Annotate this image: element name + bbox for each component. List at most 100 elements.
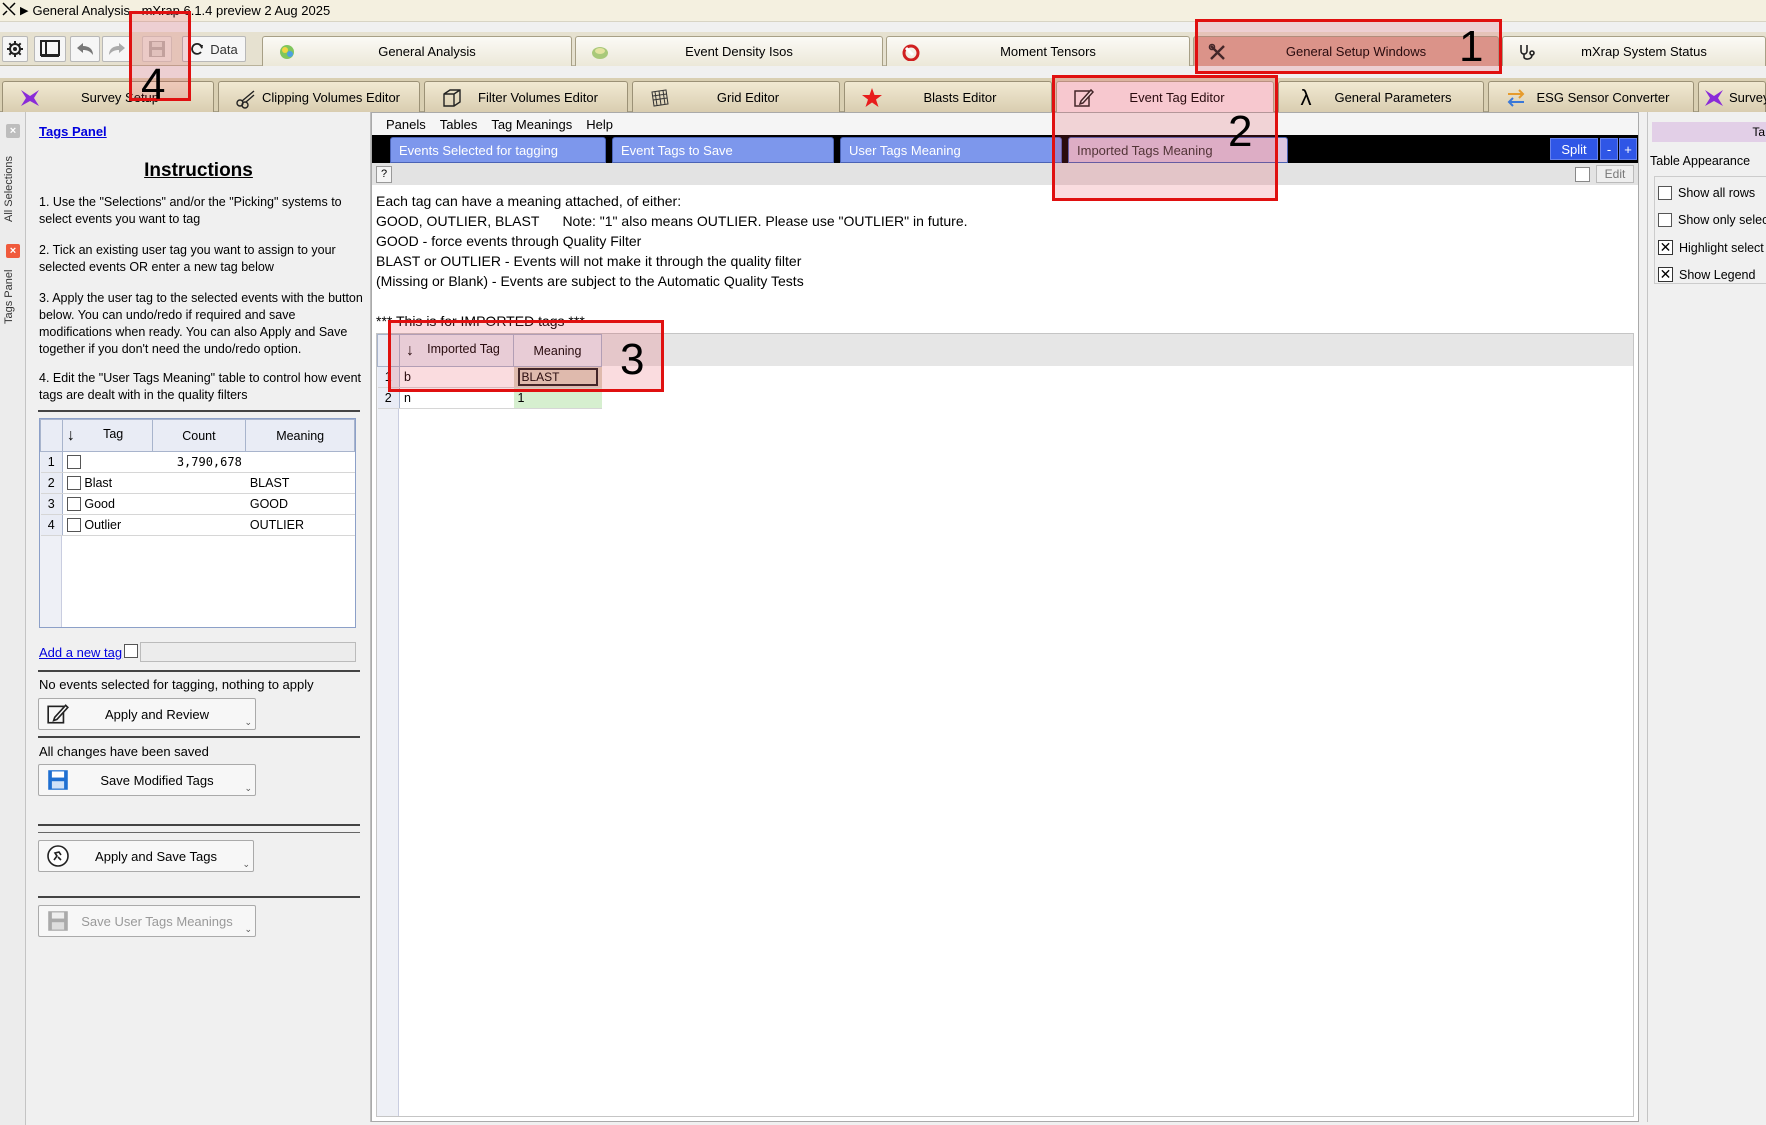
divider (38, 824, 360, 826)
tab-event-tags-to-save[interactable]: Event Tags to Save (612, 137, 834, 163)
pane-menu-bar: Panels Tables Tag Meanings Help (372, 113, 1638, 135)
meaning-input[interactable]: BLAST (517, 368, 598, 386)
tab-clipping-volumes-editor[interactable]: Clipping Volumes Editor (218, 81, 420, 112)
meaning-cell[interactable]: BLAST (245, 472, 355, 494)
menu-panels[interactable]: Panels (386, 117, 426, 132)
imported-tag-cell[interactable]: b (399, 366, 514, 388)
table-row[interactable]: 1 b BLAST (377, 366, 602, 388)
split-button[interactable]: Split (1550, 138, 1598, 160)
new-tag-checkbox[interactable] (124, 644, 138, 658)
tab-label: Blasts Editor (923, 89, 997, 105)
tag-checkbox[interactable] (66, 455, 81, 470)
meaning-cell[interactable]: 1 (513, 387, 602, 409)
show-all-rows-checkbox[interactable] (1658, 186, 1672, 200)
show-only-selected-checkbox[interactable] (1658, 213, 1672, 227)
menu-tables[interactable]: Tables (440, 117, 478, 132)
book-icon (39, 39, 61, 59)
show-legend-checkbox[interactable]: ✕ (1658, 267, 1673, 282)
close-all-selections-icon[interactable]: × (6, 124, 20, 138)
dropdown-arrow-icon[interactable]: ⌄ (244, 924, 252, 935)
refresh-icon (190, 42, 204, 56)
table-row[interactable]: 4 Outlier OUTLIER (40, 514, 355, 536)
tab-moment-tensors[interactable]: Moment Tensors (886, 36, 1190, 66)
main-tab-bar: Data General Analysis Event Density Isos… (0, 32, 1766, 66)
tab-imported-tags-meaning[interactable]: Imported Tags Meaning (1068, 137, 1288, 163)
tab-filter-volumes-editor[interactable]: Filter Volumes Editor (424, 81, 628, 112)
new-tag-input[interactable] (140, 642, 356, 662)
tags-panel-tab[interactable]: Tags Panel (3, 270, 15, 324)
data-refresh-button[interactable]: Data (182, 36, 246, 62)
meaning-column-header[interactable]: Meaning (245, 419, 355, 452)
table-row[interactable]: 2 n 1 (377, 387, 602, 409)
table-row[interactable]: 2 Blast BLAST (40, 472, 355, 494)
description-line-2: GOOD, OUTLIER, BLAST Note: "1" also mean… (376, 213, 968, 229)
tab-blasts-editor[interactable]: Blasts Editor (844, 81, 1052, 112)
tab-label: Event Density Isos (685, 44, 793, 59)
apply-and-save-tags-button[interactable]: Apply and Save Tags ⌄ (38, 840, 254, 872)
tab-label: General Setup Windows (1285, 44, 1427, 59)
tag-checkbox[interactable] (66, 476, 81, 491)
tab-grid-editor[interactable]: Grid Editor (632, 81, 840, 112)
instruction-2: 2. Tick an existing user tag you want to… (39, 243, 336, 274)
show-only-selected-option[interactable]: Show only selec (1658, 213, 1766, 227)
save-user-tags-meanings-button[interactable]: Save User Tags Meanings ⌄ (38, 905, 256, 937)
tab-general-analysis[interactable]: General Analysis (262, 36, 572, 66)
imported-tag-cell[interactable]: n (399, 387, 514, 409)
table-row[interactable]: 3 Good GOOD (40, 493, 355, 515)
meaning-column-header[interactable]: Meaning (513, 334, 602, 367)
highlight-selected-option[interactable]: ✕ Highlight select (1658, 240, 1764, 255)
edit-button[interactable]: Edit (1596, 165, 1634, 183)
edit-checkbox[interactable] (1575, 167, 1590, 182)
tab-mxrap-system-status[interactable]: mXrap System Status (1502, 36, 1766, 66)
meaning-cell[interactable]: OUTLIER (245, 514, 355, 536)
highlight-selected-checkbox[interactable]: ✕ (1658, 240, 1673, 255)
menu-help[interactable]: Help (586, 117, 613, 132)
dropdown-arrow-icon[interactable]: ⌄ (244, 783, 252, 794)
divider (38, 736, 360, 738)
show-legend-option[interactable]: ✕ Show Legend (1658, 267, 1755, 282)
tab-esg-sensor-converter[interactable]: ESG Sensor Converter (1488, 81, 1694, 112)
window-title: General Analysis - mXrap 6.1.4 preview 2… (32, 3, 331, 18)
save-modified-tags-button[interactable]: Save Modified Tags ⌄ (38, 764, 256, 796)
layout-button[interactable] (34, 36, 66, 62)
tag-checkbox[interactable] (66, 518, 81, 533)
dropdown-arrow-icon[interactable]: ⌄ (242, 859, 250, 870)
tags-panel-link[interactable]: Tags Panel (39, 124, 107, 139)
grow-button[interactable]: + (1619, 138, 1637, 160)
tab-general-parameters[interactable]: λ General Parameters (1278, 81, 1484, 112)
tags-panel: Tags Panel Instructions 1. Use the "Sele… (26, 112, 371, 1122)
scissors-icon (235, 87, 257, 109)
count-column-header[interactable]: Count (151, 419, 247, 452)
tab-events-selected-for-tagging[interactable]: Events Selected for tagging (390, 137, 606, 163)
all-selections-tab[interactable]: All Selections (3, 156, 15, 222)
table-row[interactable]: 1 3,790,678 (40, 451, 355, 473)
tab-event-density-isos[interactable]: Event Density Isos (575, 36, 883, 66)
tab-survey-setup[interactable]: Survey Setup (2, 81, 214, 112)
close-tags-panel-icon[interactable]: × (6, 244, 20, 258)
shrink-button[interactable]: - (1600, 138, 1618, 160)
tag-checkbox[interactable] (66, 497, 81, 512)
expand-caret-icon[interactable]: ▶ (20, 4, 28, 17)
menu-tag-meanings[interactable]: Tag Meanings (491, 117, 572, 132)
show-all-rows-option[interactable]: Show all rows (1658, 186, 1755, 200)
instruction-3: 3. Apply the user tag to the selected ev… (39, 291, 363, 356)
save-button[interactable] (142, 36, 172, 62)
survey-x-icon (19, 87, 41, 109)
meaning-cell[interactable]: BLAST (513, 366, 602, 388)
tab-user-tags-meaning[interactable]: User Tags Meaning (840, 137, 1062, 163)
imported-tag-column-header[interactable]: ↓ Imported Tag (399, 334, 514, 367)
help-button[interactable]: ? (376, 166, 392, 183)
user-tags-table: ↓ Tag Count Meaning 1 3,790,678 2 Blast … (39, 418, 356, 628)
tab-survey[interactable]: Survey (1698, 81, 1766, 112)
annotation-number-2: 2 (1228, 107, 1253, 156)
undo-button[interactable] (70, 36, 100, 62)
tab-general-setup-windows[interactable]: General Setup Windows (1193, 36, 1499, 66)
meaning-cell[interactable]: GOOD (245, 493, 355, 515)
meaning-cell[interactable] (245, 451, 355, 473)
dropdown-arrow-icon[interactable]: ⌄ (244, 717, 252, 728)
redo-button[interactable] (102, 36, 132, 62)
settings-button[interactable] (2, 36, 28, 62)
add-new-tag-link[interactable]: Add a new tag (39, 645, 122, 660)
apply-and-review-button[interactable]: Apply and Review ⌄ (38, 698, 256, 730)
tag-column-header[interactable]: ↓ Tag (61, 419, 153, 452)
